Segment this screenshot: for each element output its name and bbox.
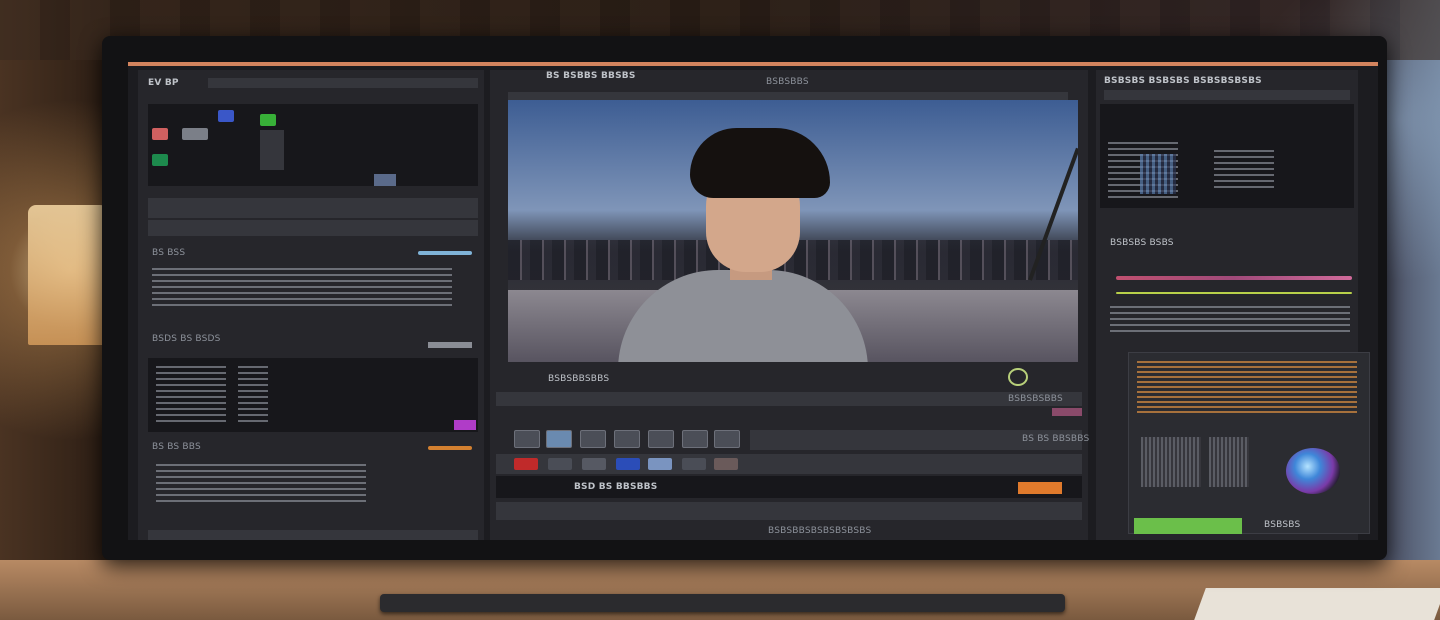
section-a-label: BS BSS	[152, 248, 186, 258]
thumbnail-preview[interactable]	[1128, 352, 1370, 534]
right-section-text	[1110, 306, 1350, 336]
editor-screen: EV BP BS BSS BSDS BS BSDS BS BS BBS BS B…	[128, 62, 1378, 540]
cloud-tool-icon[interactable]	[682, 430, 708, 448]
viewer-toolbar-right: BSBSBBS	[766, 77, 809, 87]
section-b-control[interactable]	[428, 342, 472, 348]
section-a-text	[152, 268, 452, 308]
left-panel-tabs[interactable]	[208, 78, 478, 88]
properties-list-2	[1214, 150, 1274, 190]
brush-tool-icon[interactable]	[580, 430, 606, 448]
layer-controls[interactable]	[148, 198, 478, 218]
arrow-tool-icon[interactable]	[714, 430, 740, 448]
person-body	[618, 270, 868, 362]
screen-tool-icon[interactable]	[614, 430, 640, 448]
apply-button[interactable]	[1134, 518, 1242, 534]
layer-color-green[interactable]	[260, 114, 276, 126]
thumbnail-grid-2	[1209, 437, 1249, 487]
playhead-icon[interactable]	[1008, 368, 1028, 386]
clip-gray-1[interactable]	[548, 458, 572, 470]
timeline-footer	[496, 502, 1082, 520]
viewer-timecode: BSBSBSBBS	[1008, 394, 1063, 404]
layer-badge[interactable]	[374, 174, 396, 186]
layer-color-blue[interactable]	[218, 110, 234, 122]
right-panel-badge: BSBSBS	[1264, 520, 1301, 530]
thumbnail-grid-1	[1141, 437, 1201, 487]
video-preview[interactable]	[508, 100, 1078, 362]
left-panel-footer	[148, 530, 478, 540]
clip-gray-4[interactable]	[714, 458, 738, 470]
section-b-values	[238, 366, 268, 422]
color-slider-2[interactable]	[1116, 292, 1352, 294]
color-orb-icon[interactable]	[1286, 448, 1340, 494]
render-button[interactable]	[1018, 482, 1062, 494]
clip-lightblue[interactable]	[648, 458, 672, 470]
layer-thumb[interactable]	[182, 128, 208, 140]
clip-gray-3[interactable]	[682, 458, 706, 470]
layer-track[interactable]	[260, 130, 284, 170]
layer-color-red[interactable]	[152, 128, 168, 140]
section-c-label: BS BS BBS	[152, 442, 201, 452]
right-panel-tabs[interactable]	[1104, 90, 1350, 100]
left-panel: EV BP BS BSS BSDS BS BSDS BS BS BBS	[138, 70, 484, 540]
upload-icon[interactable]	[514, 430, 540, 448]
viewer-caption: BSBSBBSBBS	[548, 374, 610, 384]
section-a-slider[interactable]	[418, 251, 472, 255]
action-label: BSD BS BBSBBS	[574, 482, 658, 492]
clip-blue[interactable]	[616, 458, 640, 470]
purple-marker[interactable]	[454, 420, 476, 430]
clip-gray-2[interactable]	[582, 458, 606, 470]
right-panel-header: BSBSBS BSBSBS BSBSBSBSBS	[1104, 76, 1262, 86]
viewer-bottom-label: BS BS BBSBBS	[1022, 434, 1090, 444]
timeline-header	[496, 392, 1082, 406]
timeline-marker[interactable]	[1052, 408, 1082, 416]
person-hair	[690, 128, 830, 198]
clip-red[interactable]	[514, 458, 538, 470]
waveform-orange	[1137, 361, 1357, 413]
accent-line	[128, 62, 1378, 66]
viewer-toolbar-left: BS BSBBS BBSBS	[546, 71, 636, 81]
viewer-footer: BSBSBBSBSBSBSBSBS	[768, 526, 872, 536]
film-tool-icon[interactable]	[648, 430, 674, 448]
section-b-list	[156, 366, 226, 422]
section-c-text	[156, 464, 366, 504]
desk-lamp	[28, 205, 108, 345]
viewer-ruler	[508, 92, 1068, 100]
right-section-label: BSBSBS BSBS	[1110, 238, 1174, 248]
section-c-slider[interactable]	[428, 446, 472, 450]
layer-controls-2[interactable]	[148, 220, 478, 236]
image-tool-icon[interactable]	[546, 430, 572, 448]
section-b-label: BSDS BS BSDS	[152, 334, 221, 344]
properties-grid	[1140, 154, 1176, 194]
layer-list	[148, 104, 478, 186]
keyboard	[380, 594, 1065, 612]
paper-sheet	[1194, 588, 1440, 620]
left-panel-header: EV BP	[148, 78, 179, 88]
layer-color-teal[interactable]	[152, 154, 168, 166]
color-slider-1[interactable]	[1116, 276, 1352, 280]
